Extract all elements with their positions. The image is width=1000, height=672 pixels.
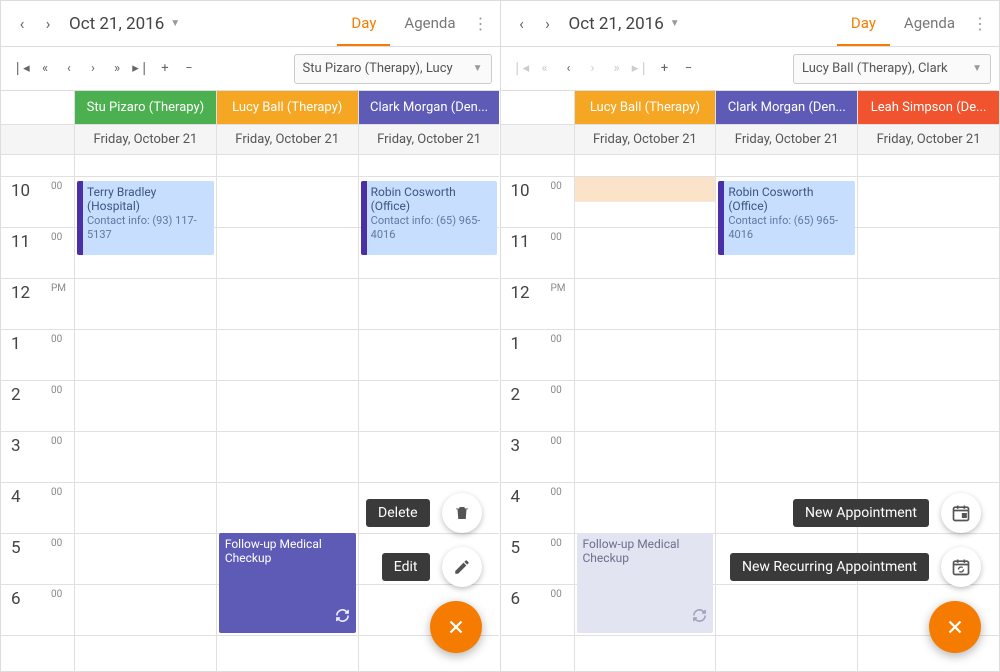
tab-day[interactable]: Day [837,1,890,46]
next-button[interactable]: › [535,11,561,37]
prev-button[interactable]: ‹ [9,11,35,37]
time-column: 1000 1100 12PM 100 200 300 400 500 600 [1,91,75,671]
resource-column: Lucy Ball (Therapy) Friday, October 21 F… [575,91,717,671]
nav-fwd-icon[interactable]: › [581,57,605,81]
add-icon[interactable]: + [653,57,677,81]
fab-menu: Delete Edit [366,493,481,653]
new-appointment-label: New Appointment [793,499,929,527]
tab-day[interactable]: Day [337,1,390,46]
date-text: Oct 21, 2016 [69,14,164,34]
remove-icon[interactable]: − [177,57,201,81]
date-header: Friday, October 21 [575,125,716,155]
appointment[interactable]: Terry Bradley (Hospital) Contact info: (… [77,181,214,255]
prev-button[interactable]: ‹ [509,11,535,37]
resource-header: Leah Simpson (De... [858,91,999,125]
nav-fwd-icon[interactable]: › [81,57,105,81]
edit-label: Edit [382,553,430,581]
resource-header: Clark Morgan (Den... [359,91,500,125]
nav-back-icon[interactable]: ‹ [557,57,581,81]
scheduler-left: ‹ › Oct 21, 2016 ▼ Day Agenda ⋮ ❘◂ « ‹ ›… [1,1,501,671]
resource-header: Stu Pizaro (Therapy) [75,91,216,125]
menu-button[interactable]: ⋮ [969,14,991,33]
menu-button[interactable]: ⋮ [470,14,492,33]
fab-close-button[interactable] [929,601,981,653]
delete-label: Delete [366,499,429,527]
resource-column: Stu Pizaro (Therapy) Friday, October 21 … [75,91,217,671]
appointment[interactable]: Robin Cosworth (Office) Contact info: (6… [718,181,855,255]
tab-agenda[interactable]: Agenda [390,1,469,46]
delete-button[interactable] [442,493,482,533]
caret-down-icon: ▼ [473,63,483,74]
caret-down-icon: ▼ [972,63,982,74]
recurring-icon [335,608,350,627]
timeslots[interactable]: Follow-up Medical Checkup [217,177,358,671]
new-recurring-label: New Recurring Appointment [730,553,929,581]
nav-first-icon[interactable]: ❘◂ [9,57,33,81]
time-column: 1000 1100 12PM 100 200 300 400 500 600 [501,91,575,671]
date-header: Friday, October 21 [359,125,500,155]
selected-slot[interactable] [575,177,716,202]
nav-first-icon[interactable]: ❘◂ [509,57,533,81]
nav-last-icon[interactable]: ▸❘ [629,57,653,81]
date-header: Friday, October 21 [75,125,216,155]
nav-fastback-icon[interactable]: « [533,57,557,81]
date-header: Friday, October 21 [217,125,358,155]
resource-header: Lucy Ball (Therapy) [575,91,716,125]
timeslots[interactable]: Terry Bradley (Hospital) Contact info: (… [75,177,216,671]
remove-icon[interactable]: − [677,57,701,81]
nav-fastfwd-icon[interactable]: » [605,57,629,81]
resource-select-text: Stu Pizaro (Therapy), Lucy [303,61,453,76]
date-picker[interactable]: Oct 21, 2016 ▼ [69,14,180,34]
resource-header: Lucy Ball (Therapy) [217,91,358,125]
appointment[interactable]: Follow-up Medical Checkup [577,533,714,633]
appointment[interactable]: Follow-up Medical Checkup [219,533,356,633]
date-header: Friday, October 21 [858,125,999,155]
add-icon[interactable]: + [153,57,177,81]
tab-agenda[interactable]: Agenda [890,1,969,46]
date-text: Oct 21, 2016 [569,14,664,34]
resource-header: Clark Morgan (Den... [716,91,857,125]
caret-down-icon: ▼ [170,18,180,29]
topbar: ‹ › Oct 21, 2016 ▼ Day Agenda ⋮ [1,1,500,47]
caret-down-icon: ▼ [670,18,680,29]
fab-close-button[interactable] [430,601,482,653]
recurring-icon [692,608,707,627]
resource-select-text: Lucy Ball (Therapy), Clark [802,61,948,76]
resource-select[interactable]: Lucy Ball (Therapy), Clark ▼ [793,54,991,84]
fab-menu: New Appointment New Recurring Appointmen… [730,493,981,653]
date-header: Friday, October 21 [716,125,857,155]
appointment[interactable]: Robin Cosworth (Office) Contact info: (6… [361,181,498,255]
scheduler-right: ‹ › Oct 21, 2016 ▼ Day Agenda ⋮ ❘◂ « ‹ ›… [501,1,1000,671]
toolbar: ❘◂ « ‹ › » ▸❘ + − Stu Pizaro (Therapy), … [1,47,500,91]
edit-button[interactable] [442,547,482,587]
resource-column: Lucy Ball (Therapy) Friday, October 21 F… [217,91,359,671]
new-appointment-button[interactable] [941,493,981,533]
timeslots[interactable]: Follow-up Medical Checkup [575,177,716,671]
next-button[interactable]: › [35,11,61,37]
nav-last-icon[interactable]: ▸❘ [129,57,153,81]
topbar: ‹ › Oct 21, 2016 ▼ Day Agenda ⋮ [501,1,1000,47]
new-recurring-button[interactable] [941,547,981,587]
nav-fastback-icon[interactable]: « [33,57,57,81]
date-picker[interactable]: Oct 21, 2016 ▼ [569,14,680,34]
toolbar: ❘◂ « ‹ › » ▸❘ + − Lucy Ball (Therapy), C… [501,47,1000,91]
nav-fastfwd-icon[interactable]: » [105,57,129,81]
resource-select[interactable]: Stu Pizaro (Therapy), Lucy ▼ [294,54,492,84]
nav-back-icon[interactable]: ‹ [57,57,81,81]
